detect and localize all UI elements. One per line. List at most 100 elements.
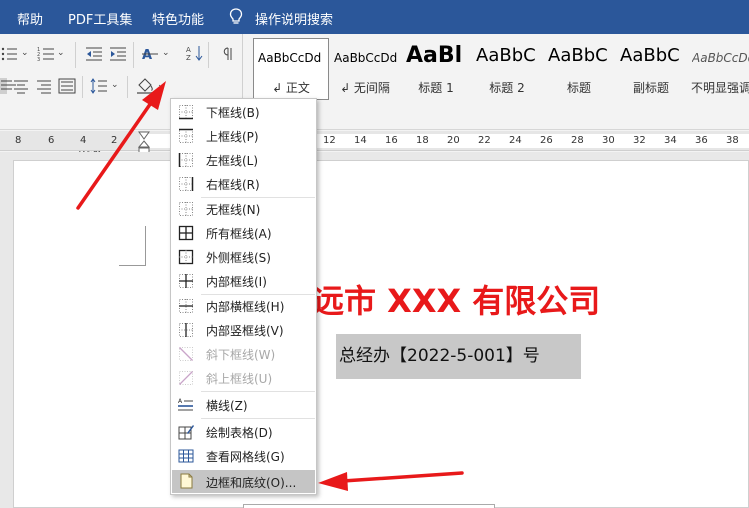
svg-text:3: 3 — [37, 57, 40, 62]
borders-and-shading-icon — [178, 473, 194, 489]
menu-item-label: 外侧框线(S) — [206, 251, 271, 265]
ruler-tick: 30 — [602, 135, 615, 146]
ruler-tick: 4 — [80, 135, 87, 146]
decrease-indent-icon[interactable] — [85, 46, 103, 62]
ruler-tick: 34 — [664, 135, 677, 146]
menu-item-left-border[interactable]: 左框线(L) — [172, 149, 315, 171]
svg-text:A: A — [178, 398, 183, 405]
menu-item-label: 内部框线(I) — [206, 275, 267, 289]
menu-item-label: 左框线(L) — [206, 154, 259, 168]
all-borders-icon — [178, 225, 194, 241]
ruler-tick: 12 — [323, 135, 336, 146]
horizontal-line-icon: A — [178, 397, 194, 413]
tell-me-search[interactable]: 操作说明搜索 — [255, 9, 333, 28]
ruler-tick: 32 — [633, 135, 646, 146]
style-heading-1[interactable]: AaBl 标题 1 — [401, 38, 471, 100]
menu-item-inside-borders[interactable]: 内部框线(I) — [172, 270, 315, 292]
menu-item-horizontal-line[interactable]: A 横线(Z) — [172, 394, 315, 416]
separator — [82, 76, 83, 98]
horizontal-ruler: 8 6 4 2 12 14 16 18 20 22 24 26 28 30 32… — [0, 131, 749, 151]
left-border-icon — [178, 152, 194, 168]
inside-borders-icon — [178, 273, 194, 289]
menu-item-draw-table[interactable]: 绘制表格(D) — [172, 421, 315, 443]
lightbulb-icon — [229, 8, 243, 24]
menu-item-all-borders[interactable]: 所有框线(A) — [172, 222, 315, 244]
menu-item-inside-vertical-border[interactable]: 内部竖框线(V) — [172, 319, 315, 341]
menu-help[interactable]: 帮助 — [17, 9, 43, 28]
document-title[interactable]: 远市 XXX 有限公司 — [312, 276, 600, 322]
line-spacing-icon[interactable] — [90, 78, 108, 94]
ruler-tick: 8 — [15, 135, 22, 146]
menu-item-label: 内部竖框线(V) — [206, 324, 284, 338]
style-no-spacing[interactable]: AaBbCcDd ↲ 无间隔 — [329, 38, 401, 100]
style-title[interactable]: AaBbC 标题 — [543, 38, 615, 100]
ribbon-home: ⌄ 123 ⌄ A ⌄ AZ ⌄ ⌄ AaBbCcDd ↲ 正文 AaBbCcD… — [0, 34, 749, 160]
menu-features[interactable]: 特色功能 — [152, 9, 204, 28]
inside-horizontal-border-icon — [178, 298, 194, 314]
shading-icon[interactable] — [136, 78, 154, 94]
menu-item-label: 右框线(R) — [206, 178, 260, 192]
ruler-tick: 6 — [48, 135, 55, 146]
menu-separator — [201, 391, 315, 392]
menu-item-bottom-border[interactable]: 下框线(B) — [172, 101, 315, 123]
align-center-icon[interactable] — [12, 78, 30, 94]
menu-item-top-border[interactable]: 上框线(P) — [172, 125, 315, 147]
no-border-icon — [178, 201, 194, 217]
ruler-tick: 16 — [385, 135, 398, 146]
ruler-tick: 14 — [354, 135, 367, 146]
style-subtitle[interactable]: AaBbC 副标题 — [615, 38, 687, 100]
menu-item-view-gridlines[interactable]: 查看网格线(G) — [172, 445, 315, 467]
menu-item-label: 无框线(N) — [206, 203, 261, 217]
chevron-down-icon[interactable]: ⌄ — [162, 48, 170, 58]
top-border-icon — [178, 128, 194, 144]
menu-separator — [201, 418, 315, 419]
menu-item-label: 内部横框线(H) — [206, 300, 285, 314]
menu-item-label: 边框和底纹(O)... — [206, 476, 297, 490]
ruler-tick: 22 — [478, 135, 491, 146]
show-paragraph-marks-icon[interactable] — [218, 46, 236, 62]
document-reference-number[interactable]: 总经办【2022-5-001】号 — [336, 334, 581, 379]
menu-item-no-border[interactable]: 无框线(N) — [172, 198, 315, 220]
diagonal-down-border-icon — [178, 346, 194, 362]
separator — [133, 42, 134, 68]
ruler-tick: 20 — [447, 135, 460, 146]
chevron-down-icon[interactable]: ⌄ — [21, 48, 29, 58]
align-right-icon[interactable] — [35, 78, 53, 94]
borders-dropdown-menu: 下框线(B) 上框线(P) 左框线(L) 右框线(R) 无框线(N) 所有框线(… — [170, 98, 317, 495]
chevron-down-icon[interactable]: ⌄ — [111, 80, 119, 90]
style-subtle-emphasis[interactable]: AaBbCcDd 不明显强调 — [687, 38, 749, 100]
bullets-icon[interactable] — [0, 46, 18, 62]
inside-vertical-border-icon — [178, 322, 194, 338]
style-normal[interactable]: AaBbCcDd ↲ 正文 — [253, 38, 329, 100]
menu-item-outside-borders[interactable]: 外侧框线(S) — [172, 246, 315, 268]
menu-pdf-tools[interactable]: PDF工具集 — [68, 9, 132, 28]
ruler-tick: 24 — [509, 135, 522, 146]
chevron-down-icon[interactable]: ⌄ — [57, 48, 65, 58]
ruler-tick: 28 — [571, 135, 584, 146]
chevron-down-icon[interactable]: ⌄ — [157, 80, 165, 90]
ruler-tick: 18 — [416, 135, 429, 146]
outside-borders-icon — [178, 249, 194, 265]
justify-icon[interactable] — [58, 78, 76, 94]
style-gallery: AaBbCcDd ↲ 正文 AaBbCcDd ↲ 无间隔 AaBl 标题 1 A… — [253, 38, 749, 100]
menu-item-diagonal-up-border: 斜上框线(U) — [172, 367, 315, 389]
menu-item-label: 所有框线(A) — [206, 227, 272, 241]
right-border-icon — [178, 176, 194, 192]
style-heading-2[interactable]: AaBbC 标题 2 — [471, 38, 543, 100]
increase-indent-icon[interactable] — [109, 46, 127, 62]
separator — [127, 76, 128, 98]
ruler-tick: 2 — [111, 135, 118, 146]
menu-item-inside-horizontal-border[interactable]: 内部横框线(H) — [172, 295, 315, 317]
sort-icon[interactable]: AZ — [186, 45, 204, 62]
menu-item-label: 横线(Z) — [206, 399, 248, 413]
menu-item-label: 斜下框线(W) — [206, 348, 276, 362]
chinese-layout-icon[interactable]: A — [141, 46, 159, 63]
ruler-tick: 38 — [726, 135, 739, 146]
svg-text:A: A — [186, 46, 191, 54]
menu-item-label: 查看网格线(G) — [206, 450, 285, 464]
document-canvas — [0, 152, 749, 508]
separator — [75, 42, 76, 68]
menu-item-borders-and-shading[interactable]: 边框和底纹(O)... — [172, 470, 315, 493]
menu-item-right-border[interactable]: 右框线(R) — [172, 173, 315, 195]
numbering-icon[interactable]: 123 — [37, 46, 55, 63]
